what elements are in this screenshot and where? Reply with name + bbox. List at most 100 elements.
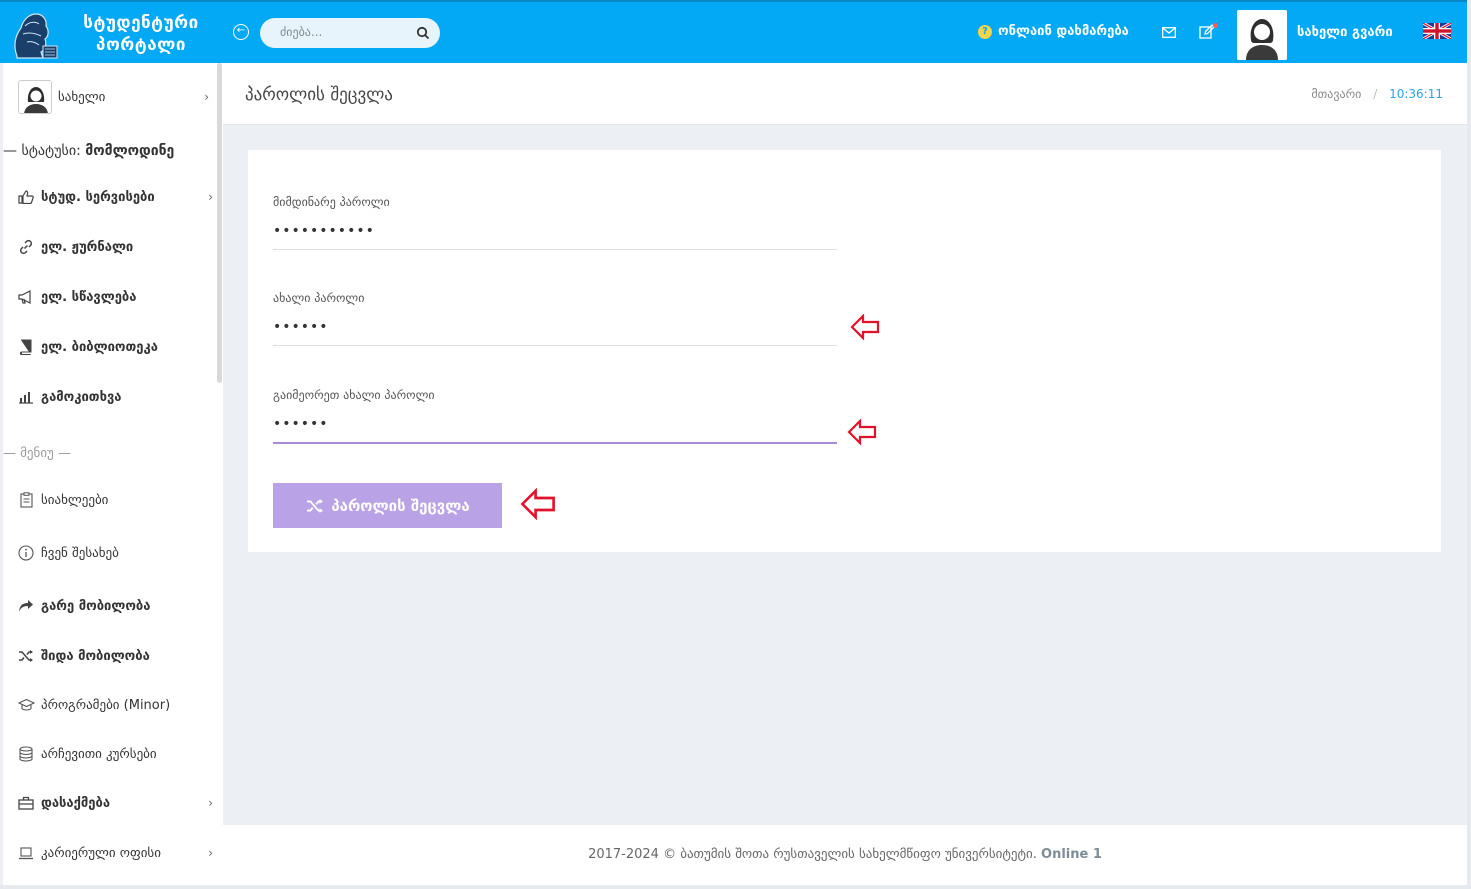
arrow-left-icon	[850, 314, 880, 340]
status-value: მომლოდინე	[85, 143, 175, 159]
sidebar-item-label: ჩვენ შესახებ	[41, 545, 119, 561]
sidebar-item-label: სტუდ. სერვისები	[41, 189, 155, 205]
sidebar-item-about-us[interactable]: ჩვენ შესახებ	[17, 542, 213, 564]
sidebar-item-label: გამოკითხვა	[41, 389, 122, 405]
current-password-input[interactable]	[273, 219, 837, 250]
breadcrumb-separator: /	[1373, 87, 1378, 101]
footer-online-count: Online 1	[1041, 847, 1102, 862]
status-line: — სტატუსი: მომლოდინე	[3, 143, 174, 159]
sidebar-item-employment[interactable]: დასაქმება ›	[17, 792, 213, 814]
change-password-card: მიმდინარე პაროლი ახალი პაროლი გაიმეორეთ …	[248, 150, 1441, 552]
sidebar-item-label: ელ. ბიბლიოთეკა	[41, 339, 158, 355]
sidebar-item-label: პროგრამები (Minor)	[41, 697, 171, 713]
sidebar-item-label: ელ. ჟურნალი	[41, 239, 134, 255]
search-icon[interactable]	[416, 26, 430, 40]
sidebar-scrollbar[interactable]	[217, 63, 222, 383]
sidebar-item-label: არჩევითი კურსები	[41, 746, 157, 762]
online-help-label: ონლაინ დახმარება	[998, 24, 1129, 39]
repeat-password-group: გაიმეორეთ ახალი პაროლი	[273, 388, 837, 444]
footer-text: 2017-2024 © ბათუმის შოთა რუსთაველის სახე…	[223, 847, 1467, 862]
university-logo-icon	[3, 5, 61, 62]
current-password-group: მიმდინარე პაროლი	[273, 195, 837, 250]
sidebar-item-label: შიდა მობილობა	[41, 648, 150, 664]
change-password-button-label: პაროლის შეცვლა	[331, 496, 470, 515]
book-icon	[17, 339, 35, 355]
chevron-right-icon: ›	[208, 796, 213, 810]
header-avatar[interactable]	[1237, 10, 1287, 60]
chevron-right-icon: ›	[208, 190, 213, 204]
user-avatar-icon	[19, 81, 51, 113]
uk-flag-icon[interactable]	[1423, 23, 1451, 39]
new-password-input[interactable]	[273, 315, 837, 346]
database-icon	[17, 746, 35, 762]
sidebar-item-programs-minor[interactable]: პროგრამები (Minor)	[17, 694, 213, 716]
sidebar-item-e-learning[interactable]: ელ. სწავლება	[17, 286, 213, 308]
new-password-group: ახალი პაროლი	[273, 291, 837, 346]
notification-dot	[1213, 23, 1218, 28]
footer: 2017-2024 © ბათუმის შოთა რუსთაველის სახე…	[223, 825, 1467, 885]
menu-section-label: — მენიუ —	[3, 446, 71, 461]
question-circle-icon: ?	[978, 24, 992, 39]
sidebar-item-external-mobility[interactable]: გარე მობილობა	[17, 595, 213, 617]
chevron-right-icon: ›	[204, 90, 209, 104]
page-header: პაროლის შეცვლა მთავარი / 10:36:11	[223, 63, 1467, 125]
link-icon	[17, 239, 35, 255]
repeat-password-label: გაიმეორეთ ახალი პაროლი	[273, 388, 435, 402]
breadcrumb-home-link[interactable]: მთავარი	[1311, 87, 1361, 101]
laptop-icon	[17, 845, 35, 861]
sidebar-item-label: კარიერული ოფისი	[41, 845, 161, 861]
shuffle-icon	[307, 498, 324, 513]
sidebar-item-label: ელ. სწავლება	[41, 289, 137, 305]
sidebar-item-student-services[interactable]: სტუდ. სერვისები ›	[17, 186, 213, 208]
sidebar-item-label: სიახლეები	[41, 492, 109, 508]
header-user-name[interactable]: სახელი გვარი	[1297, 25, 1393, 40]
top-header: სტუდენტური პორტალი ← ? ონლაინ დახმარება …	[0, 0, 1471, 63]
arrow-left-icon	[847, 419, 877, 445]
footer-copyright: 2017-2024 © ბათუმის შოთა რუსთაველის სახე…	[588, 847, 1037, 862]
sidebar: სახელი › — სტატუსი: მომლოდინე სტუდ. სერვ…	[3, 63, 223, 885]
search-input[interactable]	[280, 25, 410, 39]
clock-time: 10:36:11	[1389, 87, 1443, 101]
sidebar-profile-name: სახელი	[58, 89, 106, 105]
user-avatar-icon	[1237, 10, 1287, 60]
current-password-label: მიმდინარე პაროლი	[273, 195, 390, 209]
window-frame-right	[1467, 0, 1471, 889]
repeat-password-input[interactable]	[273, 412, 837, 444]
brand-line-1: სტუდენტური	[83, 12, 199, 33]
sidebar-item-label: დასაქმება	[41, 795, 111, 811]
sidebar-profile[interactable]: სახელი ›	[18, 80, 213, 114]
briefcase-icon	[17, 795, 35, 811]
sidebar-item-e-library[interactable]: ელ. ბიბლიოთეკა	[17, 336, 213, 358]
sidebar-item-career-office[interactable]: კარიერული ოფისი ›	[17, 842, 213, 864]
brand-title: სტუდენტური პორტალი	[71, 12, 211, 56]
page-title: პაროლის შეცვლა	[245, 85, 393, 105]
breadcrumb: მთავარი / 10:36:11	[1311, 87, 1443, 101]
new-password-label: ახალი პაროლი	[273, 291, 365, 305]
sidebar-item-news[interactable]: სიახლეები	[17, 489, 213, 511]
sidebar-item-survey[interactable]: გამოკითხვა	[17, 386, 213, 408]
mail-icon[interactable]	[1162, 27, 1176, 38]
brand[interactable]: სტუდენტური პორტალი	[3, 4, 223, 63]
graduation-cap-icon	[17, 697, 35, 713]
sidebar-item-e-journal[interactable]: ელ. ჟურნალი	[17, 236, 213, 258]
info-icon	[17, 545, 35, 561]
change-password-button[interactable]: პაროლის შეცვლა	[273, 483, 502, 528]
sidebar-avatar	[18, 80, 52, 114]
thumbs-up-icon	[17, 189, 35, 205]
sidebar-item-label: გარე მობილობა	[41, 598, 151, 614]
megaphone-icon	[17, 289, 35, 305]
share-icon	[17, 598, 35, 614]
chevron-right-icon: ›	[208, 846, 213, 860]
brand-line-2: პორტალი	[96, 34, 186, 55]
shuffle-icon	[17, 648, 35, 664]
window-frame-bottom	[0, 885, 1471, 889]
clipboard-icon	[17, 492, 35, 508]
bar-chart-icon	[17, 389, 35, 405]
status-label: — სტატუსი:	[3, 143, 81, 159]
sidebar-item-elective-courses[interactable]: არჩევითი კურსები	[17, 743, 213, 765]
collapse-sidebar-icon[interactable]: ←	[233, 24, 249, 40]
search-box	[260, 18, 440, 48]
arrow-left-icon	[520, 488, 555, 520]
online-help-link[interactable]: ? ონლაინ დახმარება	[978, 24, 1129, 39]
sidebar-item-internal-mobility[interactable]: შიდა მობილობა	[17, 645, 213, 667]
